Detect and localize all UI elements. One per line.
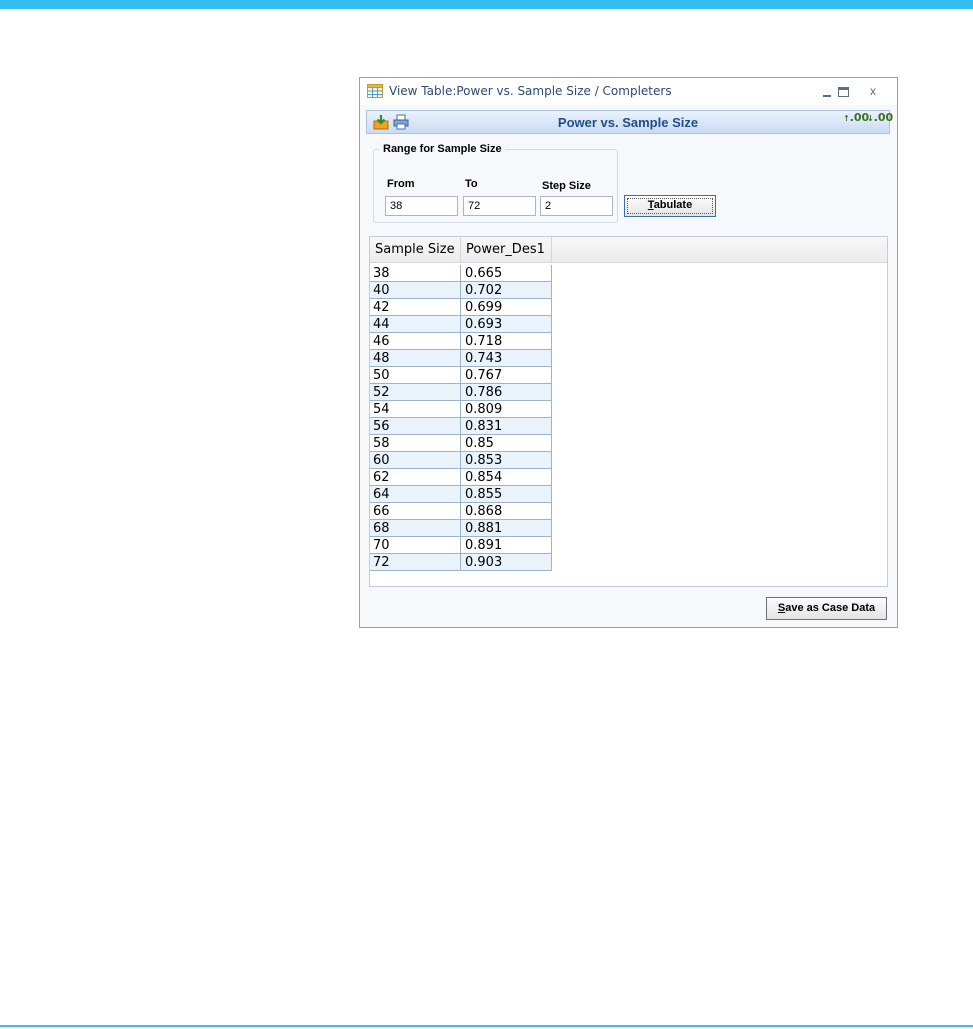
top-accent-bar — [0, 0, 973, 9]
sample-size-cell[interactable]: 38 — [370, 265, 461, 282]
to-label: To — [465, 178, 478, 190]
tabulate-label: Tabulate — [647, 199, 693, 211]
from-label: From — [387, 178, 415, 190]
sample-size-cell[interactable]: 64 — [370, 486, 461, 503]
sample-size-cell[interactable]: 62 — [370, 469, 461, 486]
column-header-sample-size[interactable]: Sample Size — [370, 237, 461, 262]
power-cell[interactable]: 0.853 — [461, 452, 552, 469]
grid-rows: 38 0.665 40 0.702 42 0.699 44 0.693 46 0.718 48 0.7… — [370, 265, 552, 571]
power-cell[interactable]: 0.665 — [461, 265, 552, 282]
table-row[interactable]: 66 0.868 — [370, 503, 552, 520]
table-row[interactable]: 50 0.767 — [370, 367, 552, 384]
decrease-decimals-label: .00 — [873, 111, 894, 124]
power-cell[interactable]: 0.702 — [461, 282, 552, 299]
sample-size-cell[interactable]: 54 — [370, 401, 461, 418]
power-cell[interactable]: 0.786 — [461, 384, 552, 401]
toolbar: Power vs. Sample Size ↑.00 ↓.00 — [366, 110, 894, 134]
table-row[interactable]: 48 0.743 — [370, 350, 552, 367]
sample-size-cell[interactable]: 46 — [370, 333, 461, 350]
sample-size-cell[interactable]: 58 — [370, 435, 461, 452]
minimize-icon — [823, 95, 831, 97]
decrease-decimals-icon[interactable]: ↓.00 — [867, 111, 894, 124]
table-row[interactable]: 54 0.809 — [370, 401, 552, 418]
table-row[interactable]: 52 0.786 — [370, 384, 552, 401]
power-cell[interactable]: 0.85 — [461, 435, 552, 452]
power-cell[interactable]: 0.699 — [461, 299, 552, 316]
sample-size-cell[interactable]: 52 — [370, 384, 461, 401]
bottom-accent-line — [0, 1025, 973, 1027]
table-row[interactable]: 60 0.853 — [370, 452, 552, 469]
increase-decimals-icon[interactable]: ↑.00 — [843, 112, 869, 123]
table-row[interactable]: 38 0.665 — [370, 265, 552, 282]
sample-size-cell[interactable]: 40 — [370, 282, 461, 299]
table-row[interactable]: 44 0.693 — [370, 316, 552, 333]
toolbar-title: Power vs. Sample Size — [557, 115, 699, 130]
sample-size-cell[interactable]: 72 — [370, 554, 461, 571]
power-cell[interactable]: 0.881 — [461, 520, 552, 537]
column-header-power[interactable]: Power_Des1 — [461, 237, 552, 262]
power-cell[interactable]: 0.767 — [461, 367, 552, 384]
sample-size-cell[interactable]: 44 — [370, 316, 461, 333]
results-grid[interactable]: Sample Size Power_Des1 38 0.665 40 0.702 42 0… — [369, 236, 888, 587]
window-title: View Table:Power vs. Sample Size / Compl… — [389, 84, 672, 98]
power-cell[interactable]: 0.718 — [461, 333, 552, 350]
maximize-button[interactable] — [832, 82, 854, 100]
sample-size-cell[interactable]: 66 — [370, 503, 461, 520]
power-cell[interactable]: 0.809 — [461, 401, 552, 418]
table-row[interactable]: 46 0.718 — [370, 333, 552, 350]
table-row[interactable]: 40 0.702 — [370, 282, 552, 299]
power-cell[interactable]: 0.831 — [461, 418, 552, 435]
table-row[interactable]: 56 0.831 — [370, 418, 552, 435]
table-row[interactable]: 62 0.854 — [370, 469, 552, 486]
table-row[interactable]: 70 0.891 — [370, 537, 552, 554]
power-cell[interactable]: 0.693 — [461, 316, 552, 333]
sample-size-cell[interactable]: 68 — [370, 520, 461, 537]
step-size-label: Step Size — [542, 180, 591, 192]
sample-size-cell[interactable]: 60 — [370, 452, 461, 469]
grid-header: Sample Size Power_Des1 — [370, 237, 887, 263]
range-legend: Range for Sample Size — [380, 143, 505, 155]
sample-size-cell[interactable]: 42 — [370, 299, 461, 316]
power-cell[interactable]: 0.854 — [461, 469, 552, 486]
power-cell[interactable]: 0.868 — [461, 503, 552, 520]
power-cell[interactable]: 0.855 — [461, 486, 552, 503]
table-row[interactable]: 64 0.855 — [370, 486, 552, 503]
save-label: Save as Case Data — [777, 602, 876, 614]
tabulate-button[interactable]: Tabulate — [624, 195, 716, 217]
to-input[interactable] — [463, 196, 536, 216]
table-row[interactable]: 58 0.85 — [370, 435, 552, 452]
maximize-icon — [838, 87, 849, 97]
view-table-window: View Table:Power vs. Sample Size / Compl… — [359, 77, 898, 628]
from-input[interactable] — [385, 196, 458, 216]
table-app-icon — [367, 84, 383, 98]
sample-size-cell[interactable]: 56 — [370, 418, 461, 435]
power-cell[interactable]: 0.743 — [461, 350, 552, 367]
table-row[interactable]: 72 0.903 — [370, 554, 552, 571]
title-bar[interactable]: View Table:Power vs. Sample Size / Compl… — [360, 78, 897, 105]
sample-size-cell[interactable]: 50 — [370, 367, 461, 384]
table-row[interactable]: 42 0.699 — [370, 299, 552, 316]
step-size-input[interactable] — [540, 196, 613, 216]
table-row[interactable]: 68 0.881 — [370, 520, 552, 537]
sample-size-cell[interactable]: 70 — [370, 537, 461, 554]
close-icon: x — [870, 84, 876, 98]
close-button[interactable]: x — [862, 82, 884, 100]
save-as-case-data-button[interactable]: Save as Case Data — [766, 597, 887, 620]
power-cell[interactable]: 0.891 — [461, 537, 552, 554]
sample-size-cell[interactable]: 48 — [370, 350, 461, 367]
power-cell[interactable]: 0.903 — [461, 554, 552, 571]
